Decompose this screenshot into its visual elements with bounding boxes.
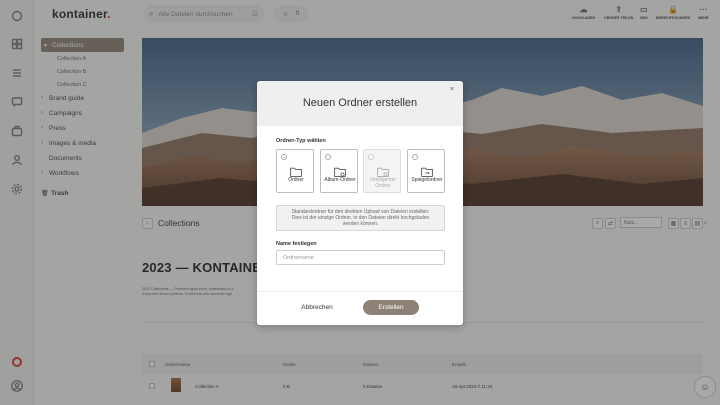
close-icon[interactable]: × (450, 86, 454, 93)
radio-button[interactable] (412, 154, 418, 160)
info-line: werden können. (342, 220, 379, 227)
dialog-divider (257, 291, 463, 292)
info-line: Dies ist der einzige Ordner, in den Date… (291, 214, 430, 221)
radio-button[interactable] (281, 154, 287, 160)
folder-name-placeholder: Ordnername (283, 254, 314, 261)
folder-type-option-ordner[interactable]: Ordner (276, 149, 314, 193)
radio-button[interactable] (325, 154, 331, 160)
option-label: Ordner (288, 177, 304, 183)
folder-type-description: Standardordner für den direkten Upload v… (276, 205, 445, 231)
cancel-button[interactable]: Abbrechen (293, 300, 341, 315)
info-line: Standardordner für den direkten Upload v… (291, 208, 430, 215)
folder-type-label: Ordner-Typ wählen (276, 138, 326, 144)
option-label: Album-Ordner (324, 177, 356, 183)
folder-icon (290, 164, 302, 177)
create-button[interactable]: Erstellen (363, 300, 419, 315)
folder-name-input[interactable]: Ordnername (276, 250, 445, 265)
name-label: Name festlegen (276, 241, 317, 247)
folder-type-option-smart: Intelligenter Ordner (363, 149, 401, 193)
album-folder-icon (334, 164, 346, 177)
smart-folder-icon (377, 164, 389, 177)
mirror-folder-icon (421, 164, 433, 177)
folder-type-option-mirror[interactable]: Spiegelordner (407, 149, 445, 193)
option-label: Spiegelordner (411, 177, 443, 183)
dialog-title: Neuen Ordner erstellen (302, 97, 418, 109)
folder-type-option-album[interactable]: Album-Ordner (320, 149, 358, 193)
option-label: Intelligenter Ordner (370, 177, 396, 189)
radio-button (368, 154, 374, 160)
create-folder-dialog: Neuen Ordner erstellen × Ordner-Typ wähl… (257, 81, 463, 325)
